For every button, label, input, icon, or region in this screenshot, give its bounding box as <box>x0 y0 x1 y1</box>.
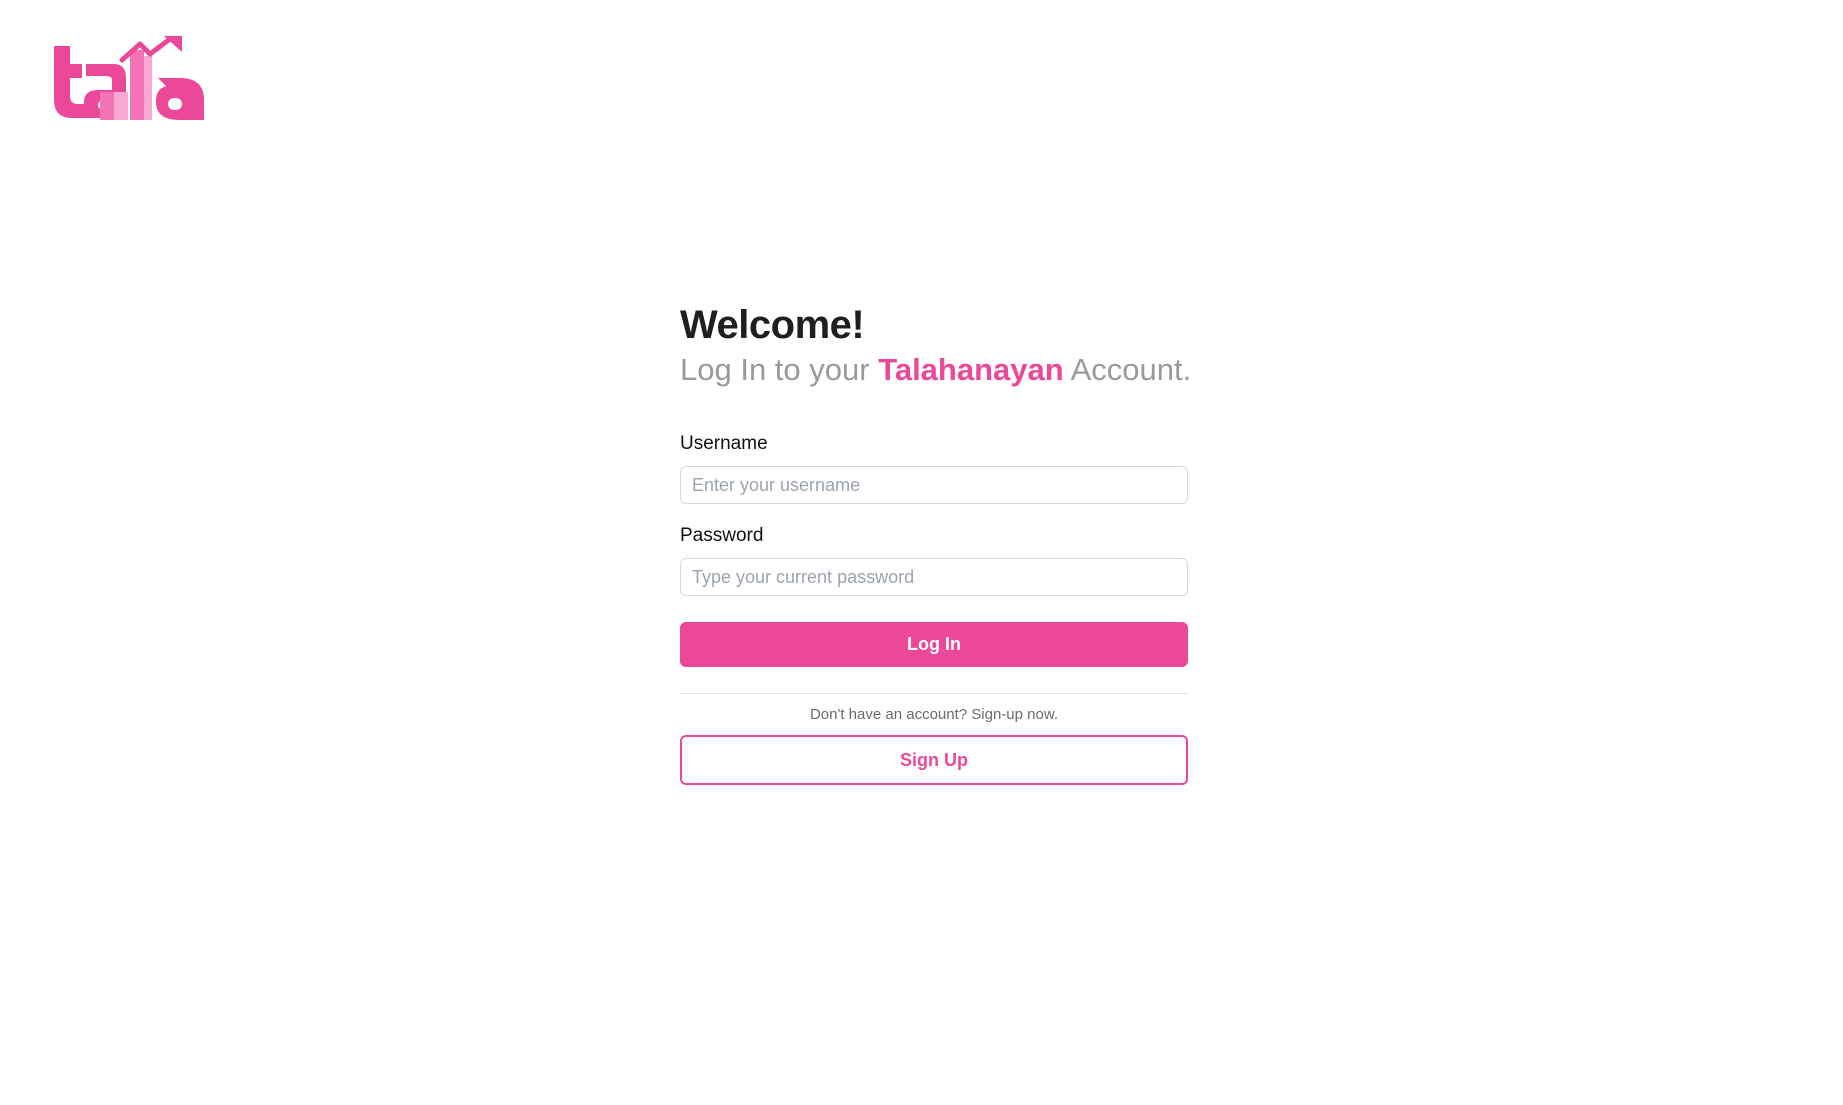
tala-logo-icon <box>54 33 204 120</box>
tala-logo[interactable] <box>52 33 210 122</box>
login-page: Welcome! Log In to your Talahanayan Acco… <box>0 0 1843 1105</box>
login-subtitle: Log In to your Talahanayan Account. <box>680 350 1191 390</box>
subtitle-prefix: Log In to your <box>680 352 879 387</box>
login-form: Welcome! Log In to your Talahanayan Acco… <box>680 300 1191 785</box>
username-input[interactable] <box>680 466 1188 504</box>
welcome-heading: Welcome! <box>680 303 865 347</box>
brand-name: Talahanayan <box>878 352 1064 387</box>
signup-hint: Don't have an account? Sign-up now. <box>809 706 1059 723</box>
password-input[interactable] <box>680 558 1188 596</box>
username-label: Username <box>680 433 768 454</box>
signup-button[interactable]: Sign Up <box>680 735 1188 785</box>
password-label: Password <box>680 525 764 546</box>
divider <box>680 693 1188 694</box>
subtitle-suffix: Account. <box>1063 352 1192 387</box>
login-button[interactable]: Log In <box>680 622 1188 667</box>
